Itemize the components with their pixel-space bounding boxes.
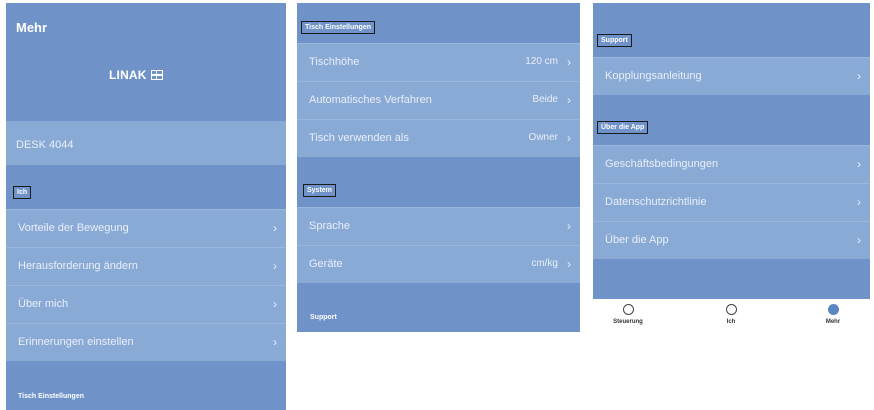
list-item-label: Geschäftsbedingungen — [605, 158, 719, 170]
list-item-label: Erinnerungen einstellen — [18, 336, 134, 348]
list-item-label: Geräte — [309, 258, 343, 270]
list-item-label: Über mich — [18, 298, 69, 310]
chevron-right-icon: › — [857, 233, 861, 247]
desk-name: DESK 4044 — [16, 139, 74, 151]
list-item-geschaeft[interactable]: Geschäftsbedingungen › — [593, 145, 870, 183]
list-item-ueber-app[interactable]: Über die App › — [593, 221, 870, 259]
chevron-right-icon: › — [857, 157, 861, 171]
chevron-right-icon: › — [273, 221, 277, 235]
list-item-geraete[interactable]: Geräte cm/kg › — [297, 245, 580, 283]
list-item-verwenden-als[interactable]: Tisch verwenden als Owner › — [297, 119, 580, 157]
list-item-erinnerungen[interactable]: Erinnerungen einstellen › — [6, 323, 286, 361]
list-item-value: 120 cm — [525, 56, 558, 67]
section-support: Support — [297, 283, 580, 332]
chevron-right-icon: › — [273, 335, 277, 349]
section-tisch: Tisch Einstellungen — [6, 361, 286, 410]
chevron-right-icon: › — [567, 55, 571, 69]
list-item-sprache[interactable]: Sprache › — [297, 207, 580, 245]
list-item-label: Datenschutzrichtlinie — [605, 196, 707, 208]
nav-mehr[interactable]: Mehr — [798, 304, 868, 325]
list-item-value: Beide — [532, 94, 558, 105]
list-item-automatisch[interactable]: Automatisches Verfahren Beide › — [297, 81, 580, 119]
chevron-right-icon: › — [273, 259, 277, 273]
chevron-right-icon: › — [567, 93, 571, 107]
nav-label: Ich — [726, 319, 736, 325]
list-item-vorteile[interactable]: Vorteile der Bewegung › — [6, 209, 286, 247]
list-item-tischhoehe[interactable]: Tischhöhe 120 cm › — [297, 43, 580, 81]
list-item-value: Owner — [528, 132, 558, 143]
list-item-label: Über die App — [605, 234, 669, 246]
section-label-support: Support — [597, 34, 632, 47]
list-item-label: Kopplungsanleitung — [605, 70, 702, 82]
section-label-tisch: Tisch Einstellungen — [301, 21, 375, 34]
list-item-value: cm/kg — [531, 258, 558, 269]
section-label-tisch: Tisch Einstellungen — [18, 393, 84, 400]
chevron-right-icon: › — [857, 195, 861, 209]
section-ich: Ich — [6, 165, 286, 209]
list-item-label: Tischhöhe — [309, 56, 360, 68]
section-spacer — [593, 259, 870, 299]
chevron-right-icon: › — [857, 69, 861, 83]
smiley-icon — [622, 304, 634, 315]
nav-label: Mehr — [825, 319, 841, 325]
section-label-app: Über die App — [597, 121, 649, 134]
list-item-label: Sprache — [309, 220, 350, 232]
section-tisch: Tisch Einstellungen — [297, 3, 580, 43]
section-support: Support — [593, 3, 870, 57]
more-icon — [827, 304, 839, 315]
list-item-kopplung[interactable]: Kopplungsanleitung › — [593, 57, 870, 95]
list-item-label: Automatisches Verfahren — [309, 94, 432, 106]
section-label-system: System — [303, 184, 336, 197]
list-item-datenschutz[interactable]: Datenschutzrichtlinie › — [593, 183, 870, 221]
screen-settings: Tisch Einstellungen Tischhöhe 120 cm › A… — [297, 3, 580, 332]
list-item-label: Herausforderung ändern — [18, 260, 138, 272]
list-item-label: Tisch verwenden als — [309, 132, 409, 144]
screen-support: Support Kopplungsanleitung › Über die Ap… — [593, 3, 870, 339]
linak-logo: LINAK — [109, 68, 163, 82]
bottom-navigation: Steuerung Ich Mehr — [593, 299, 870, 339]
nav-steuerung[interactable]: Steuerung — [593, 304, 663, 325]
chevron-right-icon: › — [567, 257, 571, 271]
linak-logo-icon — [150, 70, 163, 80]
chevron-right-icon: › — [567, 131, 571, 145]
section-label-ich: Ich — [13, 186, 32, 199]
header-area — [6, 3, 286, 121]
page-title: Mehr — [16, 20, 48, 35]
screen-mehr: Mehr LINAK DESK 4044 Ich Vorteile der Be… — [6, 3, 286, 410]
section-label-support: Support — [310, 314, 337, 321]
user-icon — [725, 304, 737, 315]
chevron-right-icon: › — [273, 297, 277, 311]
nav-label: Steuerung — [613, 319, 643, 325]
desk-row[interactable]: DESK 4044 — [6, 125, 286, 165]
list-item-label: Vorteile der Bewegung — [18, 222, 129, 234]
list-item-ueber-mich[interactable]: Über mich › — [6, 285, 286, 323]
section-system: System — [297, 157, 580, 207]
chevron-right-icon: › — [567, 219, 571, 233]
section-app: Über die App — [593, 95, 870, 145]
nav-ich[interactable]: Ich — [696, 304, 766, 325]
list-item-herausforderung[interactable]: Herausforderung ändern › — [6, 247, 286, 285]
